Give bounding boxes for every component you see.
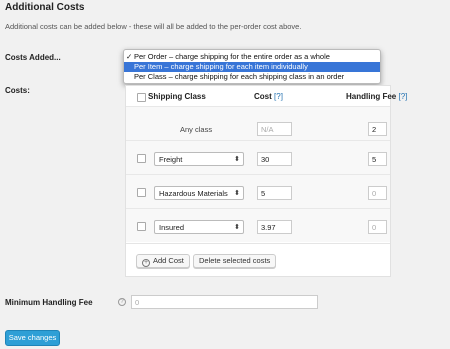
delete-selected-costs-button[interactable]: Delete selected costs <box>193 254 277 268</box>
row-checkbox[interactable] <box>137 188 146 197</box>
plus-icon: + <box>142 259 150 267</box>
cost-input[interactable]: 3.97 <box>257 220 292 234</box>
handling-fee-help-link[interactable]: [?] <box>398 92 407 101</box>
cost-help-link[interactable]: [?] <box>274 92 283 101</box>
handling-fee-input[interactable]: 0 <box>368 186 387 200</box>
select-arrows-icon: ⬍ <box>234 156 240 163</box>
shipping-class-select[interactable]: Freight ⬍ <box>154 152 244 166</box>
select-arrows-icon: ⬍ <box>234 190 240 197</box>
cost-input[interactable]: 5 <box>257 186 292 200</box>
header-handling-fee: Handling Fee [?] <box>346 92 408 101</box>
add-cost-button[interactable]: + Add Cost <box>136 254 190 268</box>
section-description: Additional costs can be added below - th… <box>5 22 302 31</box>
cost-input[interactable]: 30 <box>257 152 292 166</box>
costs-label: Costs: <box>5 86 30 95</box>
any-class-fee-input[interactable]: 2 <box>368 122 387 136</box>
help-icon[interactable]: ? <box>118 298 126 306</box>
option-label: Per Order – charge shipping for the enti… <box>134 52 330 61</box>
section-title: Additional Costs <box>5 2 85 13</box>
min-handling-fee-label: Minimum Handling Fee <box>5 298 93 307</box>
option-per-order[interactable]: ✓ Per Order – charge shipping for the ent… <box>124 52 380 62</box>
header-shipping-class: Shipping Class <box>148 92 206 101</box>
any-class-cost-input[interactable]: N/A <box>257 122 292 136</box>
handling-fee-input[interactable]: 0 <box>368 220 387 234</box>
row-divider <box>126 140 390 141</box>
checkmark-icon: ✓ <box>126 52 133 61</box>
costs-added-label: Costs Added... <box>5 53 61 62</box>
costs-added-dropdown[interactable]: ✓ Per Order – charge shipping for the ent… <box>123 49 381 84</box>
row-checkbox[interactable] <box>137 154 146 163</box>
row-divider <box>126 208 390 209</box>
any-class-label: Any class <box>180 125 213 134</box>
select-arrows-icon: ⬍ <box>234 224 240 231</box>
row-checkbox[interactable] <box>137 222 146 231</box>
shipping-class-select[interactable]: Hazardous Materials ⬍ <box>154 186 244 200</box>
handling-fee-input[interactable]: 5 <box>368 152 387 166</box>
save-changes-button[interactable]: Save changes <box>5 330 60 346</box>
option-per-item[interactable]: Per Item – charge shipping for each item… <box>124 62 380 72</box>
select-all-checkbox[interactable] <box>137 93 146 102</box>
min-handling-fee-input[interactable]: 0 <box>131 295 318 309</box>
row-divider <box>126 174 390 175</box>
row-divider <box>126 106 390 107</box>
option-label: Per Class – charge shipping for each shi… <box>134 72 345 81</box>
shipping-class-select[interactable]: Insured ⬍ <box>154 220 244 234</box>
option-per-class[interactable]: Per Class – charge shipping for each shi… <box>124 72 380 82</box>
header-cost: Cost [?] <box>254 92 283 101</box>
option-label: Per Item – charge shipping for each item… <box>134 62 308 71</box>
